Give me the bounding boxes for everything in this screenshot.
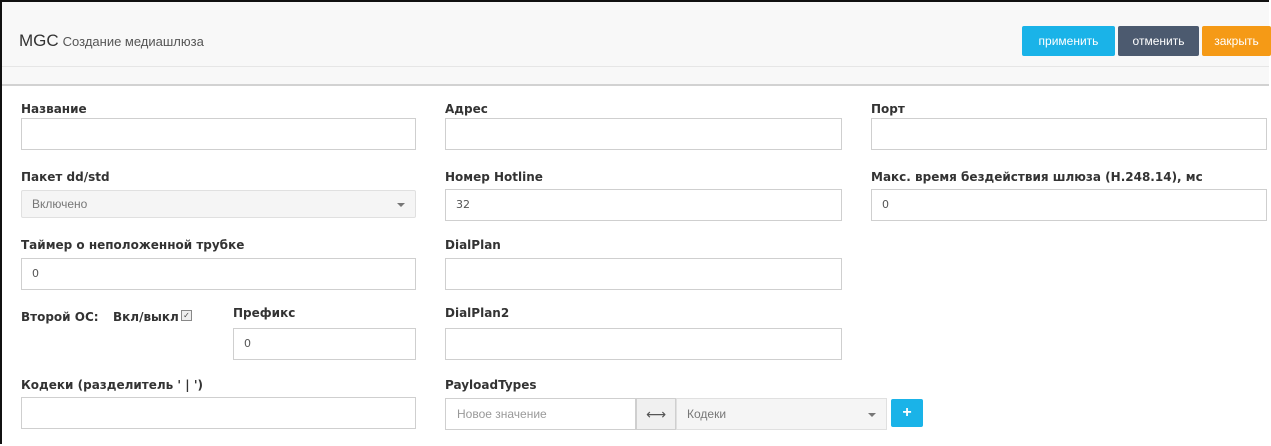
dd-std-label: Пакет dd/std xyxy=(21,170,110,184)
offhook-timer-label: Таймер о неположенной трубке xyxy=(21,238,245,252)
close-button[interactable]: закрыть xyxy=(1202,26,1271,56)
port-input[interactable] xyxy=(871,118,1267,150)
chevron-down-icon xyxy=(868,413,876,417)
address-label: Адрес xyxy=(445,102,488,116)
second-os-label: Второй ОС: xyxy=(21,310,99,324)
dialplan2-label: DialPlan2 xyxy=(445,306,510,320)
page-title: MGC Создание медиашлюза xyxy=(19,31,204,51)
dialplan-input[interactable] xyxy=(445,258,842,290)
dialplan2-input[interactable] xyxy=(445,328,842,360)
page-subtitle: Создание медиашлюза xyxy=(62,34,204,49)
add-payload-button[interactable]: + xyxy=(891,399,923,427)
payload-codecs-select[interactable]: Кодеки xyxy=(676,398,887,430)
dd-std-select[interactable]: Включено xyxy=(21,190,416,218)
prefix-label: Префикс xyxy=(233,306,296,320)
second-os-toggle-label: Вкл/выкл xyxy=(113,310,179,324)
hotline-label: Номер Hotline xyxy=(445,170,543,184)
swap-arrows-icon: ⟷ xyxy=(636,398,676,430)
header-bar: MGC Создание медиашлюза применить отменит… xyxy=(2,2,1271,67)
cancel-button[interactable]: отменить xyxy=(1118,26,1199,56)
idle-time-label: Макс. время бездействия шлюза (H.248.14)… xyxy=(871,170,1203,184)
toolbar-strip xyxy=(2,67,1269,86)
hotline-input[interactable]: 32 xyxy=(445,189,842,221)
port-label: Порт xyxy=(871,102,905,116)
dialplan-label: DialPlan xyxy=(445,238,501,252)
app-name: MGC xyxy=(19,31,59,50)
address-input[interactable] xyxy=(445,118,842,150)
payload-types-label: PayloadTypes xyxy=(445,378,537,392)
payload-codecs-value: Кодеки xyxy=(687,407,727,421)
name-label: Название xyxy=(21,102,87,116)
plus-icon: + xyxy=(902,404,912,421)
second-os-checkbox[interactable]: ✓ xyxy=(181,310,192,321)
name-input[interactable] xyxy=(21,118,416,150)
codecs-label: Кодеки (разделитель ' | ') xyxy=(21,378,204,392)
offhook-timer-input[interactable]: 0 xyxy=(21,258,416,290)
apply-button[interactable]: применить xyxy=(1022,26,1115,56)
chevron-down-icon xyxy=(397,203,405,207)
dd-std-value: Включено xyxy=(32,197,88,211)
payload-new-value-input[interactable]: Новое значение xyxy=(445,398,636,430)
codecs-input[interactable] xyxy=(21,397,416,429)
idle-time-input[interactable]: 0 xyxy=(871,189,1267,221)
prefix-input[interactable]: 0 xyxy=(233,328,416,360)
